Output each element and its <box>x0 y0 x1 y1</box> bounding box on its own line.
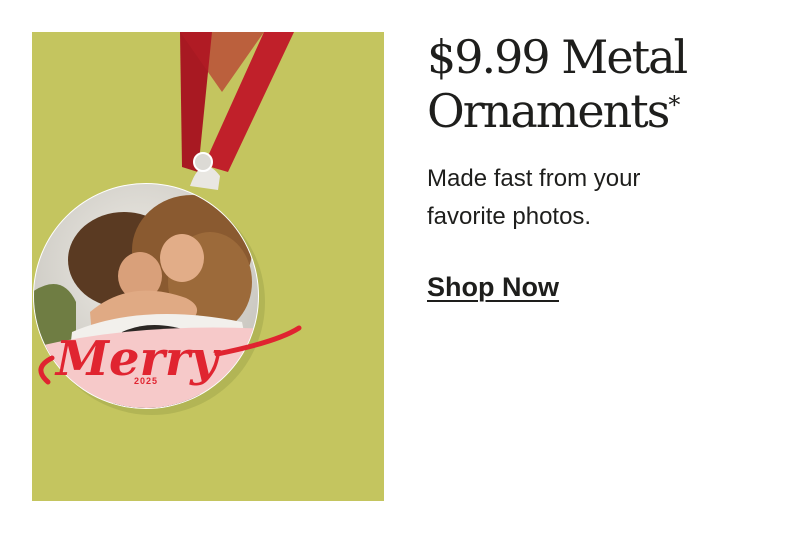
promo-headline: $9.99 Metal Ornaments* <box>427 30 777 138</box>
product-image[interactable]: Merry 2025 <box>32 32 384 501</box>
headline-line-2: Ornaments <box>427 84 670 138</box>
headline-line-1: $9.99 Metal <box>427 30 688 84</box>
promo-copy: $9.99 Metal Ornaments* Made fast from yo… <box>427 30 777 303</box>
shop-now-link[interactable]: Shop Now <box>427 272 559 303</box>
ornament-year: 2025 <box>134 376 158 386</box>
ribbon <box>180 32 294 172</box>
promo-banner: Merry 2025 $9.99 Metal Ornaments* Made f… <box>0 0 800 533</box>
ornament-illustration: Merry 2025 <box>33 32 302 415</box>
headline-asterisk: * <box>668 91 681 119</box>
promo-subtext: Made fast from your favorite photos. <box>427 165 641 230</box>
